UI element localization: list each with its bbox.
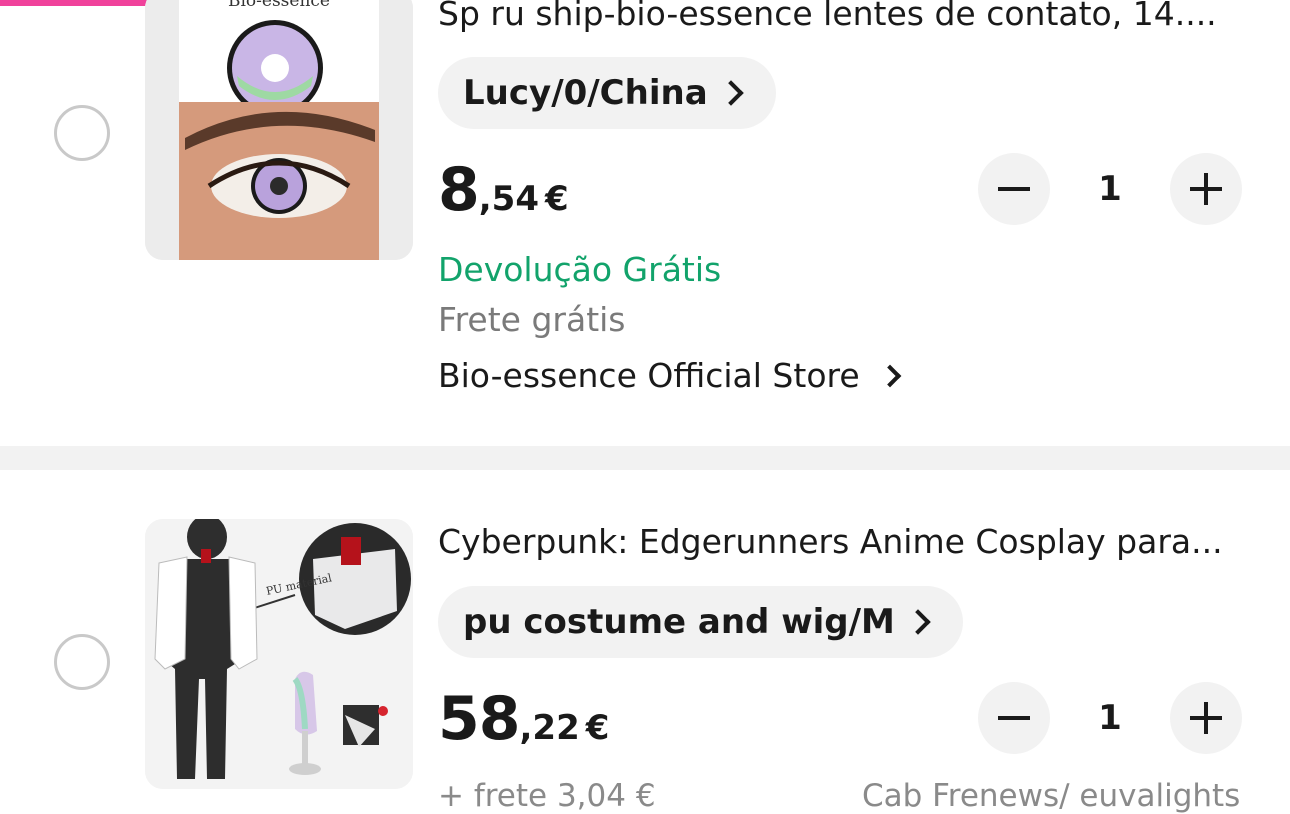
chevron-right-icon	[905, 609, 931, 635]
delivery-info-text: Cab Frenews/ euvalights	[862, 778, 1241, 814]
product-title[interactable]: Cyberpunk: Edgerunners Anime Cosplay par…	[438, 522, 1248, 562]
select-item-radio[interactable]	[54, 634, 110, 690]
quantity-value: 1	[1098, 169, 1122, 209]
variant-label: Lucy/0/China	[463, 73, 708, 113]
image-brand-text: Bio-essence	[228, 0, 330, 11]
decrease-quantity-button[interactable]	[978, 682, 1050, 754]
increase-quantity-button[interactable]	[1170, 682, 1242, 754]
chevron-right-icon	[878, 364, 901, 387]
price-decimal: ,54	[478, 179, 539, 219]
price-integer: 58	[438, 684, 520, 754]
price-currency: €	[585, 708, 610, 748]
product-image[interactable]: Bio-essence	[145, 0, 413, 260]
variant-selector[interactable]: Lucy/0/China	[438, 57, 776, 129]
minus-icon	[998, 716, 1030, 720]
quantity-value: 1	[1098, 698, 1122, 738]
cart-item: PU material Cyberpunk: Edgerunners Anime…	[0, 470, 1290, 814]
price-currency: €	[544, 179, 569, 219]
select-item-radio[interactable]	[54, 105, 110, 161]
price-integer: 8	[438, 155, 480, 225]
price-decimal: ,22	[519, 708, 580, 748]
store-link[interactable]: Bio-essence Official Store	[438, 356, 901, 395]
variant-selector[interactable]: pu costume and wig/M	[438, 586, 963, 658]
product-title[interactable]: Sp ru ship-bio-essence lentes de contato…	[438, 0, 1248, 34]
cart-item: Bio-essence Sp ru ship-bio-essence lente…	[0, 0, 1290, 446]
product-image[interactable]: PU material	[145, 519, 413, 789]
minus-icon	[998, 187, 1030, 191]
shipping-fee-text: + frete 3,04 €	[438, 778, 656, 814]
free-return-label: Devolução Grátis	[438, 250, 722, 289]
increase-quantity-button[interactable]	[1170, 153, 1242, 225]
price: 58 ,22 €	[438, 684, 609, 754]
store-name: Bio-essence Official Store	[438, 356, 860, 395]
decrease-quantity-button[interactable]	[978, 153, 1050, 225]
section-divider	[0, 446, 1290, 470]
price: 8 ,54 €	[438, 155, 569, 225]
chevron-right-icon	[717, 80, 744, 106]
free-shipping-label: Frete grátis	[438, 300, 626, 339]
variant-label: pu costume and wig/M	[463, 602, 895, 642]
